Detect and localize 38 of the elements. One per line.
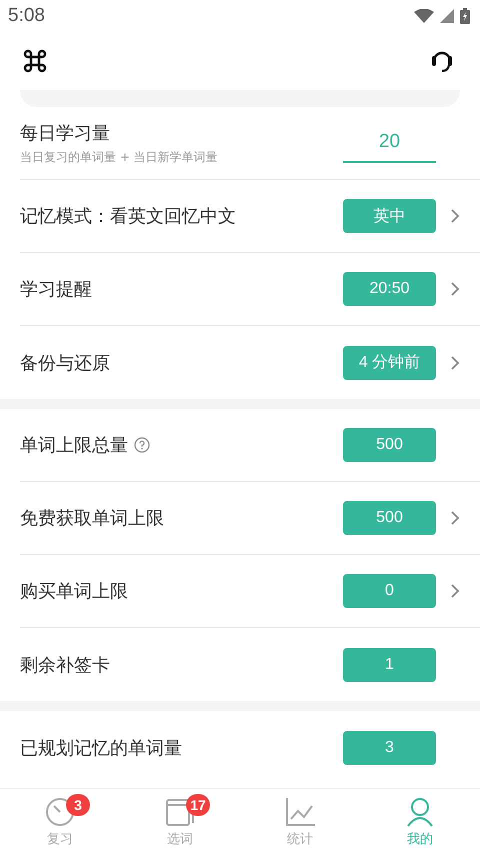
tab-item[interactable]: 17 选词 <box>120 789 240 855</box>
setting-label: 购买单词上限 <box>20 580 128 603</box>
wifi-icon <box>414 9 434 23</box>
setting-label: 单词上限总量 <box>20 434 128 457</box>
chart-icon <box>284 796 316 828</box>
value-button[interactable]: 3 <box>343 730 436 764</box>
setting-label: 每日学习量 <box>20 122 110 144</box>
count-badge: 3 <box>66 794 90 816</box>
tab-item[interactable]: 3 复习 <box>0 789 120 855</box>
setting-label: 学习提醒 <box>20 278 92 301</box>
signal-icon <box>440 9 454 23</box>
setting-description: 当日复习的单词量 + 当日新学单词量 <box>20 148 218 166</box>
value-button[interactable]: 20:50 <box>343 272 436 306</box>
command-icon[interactable] <box>22 48 48 74</box>
count-badge: 17 <box>186 794 210 816</box>
chevron-right-icon[interactable] <box>450 354 460 370</box>
setting-label: 记忆模式：看英文回忆中文 <box>20 205 236 228</box>
setting-label: 剩余补签卡 <box>20 654 110 676</box>
setting-label: 已规划记忆的单词量 <box>20 736 182 760</box>
value-button[interactable]: 500 <box>343 428 436 462</box>
value-button[interactable]: 1 <box>343 648 436 682</box>
tab-item[interactable]: 我的 <box>360 789 480 855</box>
daily-amount-field[interactable]: 20 <box>343 123 436 163</box>
value-button[interactable]: 英中 <box>343 199 436 233</box>
chevron-right-icon[interactable] <box>450 208 460 224</box>
help-icon[interactable] <box>134 437 150 453</box>
chevron-right-icon[interactable] <box>450 281 460 297</box>
setting-label: 免费获取单词上限 <box>20 507 164 530</box>
status-time: 5:08 <box>8 5 45 27</box>
value-button[interactable]: 500 <box>343 501 436 535</box>
timer-icon <box>44 796 76 828</box>
battery-icon <box>460 8 470 24</box>
value-button[interactable]: 4 分钟前 <box>343 346 436 380</box>
chevron-right-icon[interactable] <box>450 583 460 599</box>
setting-label: 备份与还原 <box>20 352 110 374</box>
chevron-right-icon[interactable] <box>450 510 460 526</box>
tab-item[interactable]: 统计 <box>240 789 360 855</box>
value-button[interactable]: 0 <box>343 574 436 608</box>
